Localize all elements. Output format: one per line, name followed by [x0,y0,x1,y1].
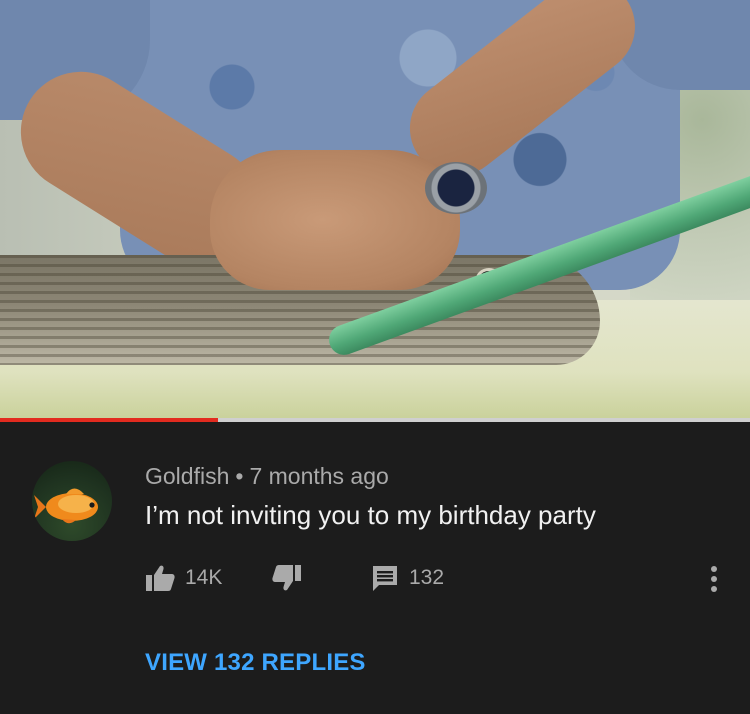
like-button[interactable]: 14K [145,564,222,592]
thumbs-down-icon [272,564,302,592]
reply-count: 132 [409,566,445,589]
video-player[interactable] [0,0,750,420]
dislike-button[interactable] [272,564,302,592]
thumbs-up-icon [145,564,175,592]
video-progress-fill [0,418,218,422]
comment-icon [371,564,399,592]
comment-body: I’m not inviting you to my birthday part… [145,500,596,530]
wristwatch [425,162,487,214]
video-progress-bar[interactable] [0,418,750,422]
like-count: 14K [185,566,223,589]
more-options-button[interactable] [702,564,726,598]
hands [210,150,460,290]
more-vert-icon [710,565,718,598]
comment-author[interactable]: Goldfish [145,463,229,489]
comment-meta: Goldfish • 7 months ago [145,463,389,490]
goldfish-avatar[interactable] [32,461,112,541]
reply-button[interactable]: 132 [371,564,444,592]
view-replies-link[interactable]: VIEW 132 REPLIES [145,649,366,677]
meta-separator: • [235,463,244,489]
comment-timestamp[interactable]: 7 months ago [249,463,388,489]
